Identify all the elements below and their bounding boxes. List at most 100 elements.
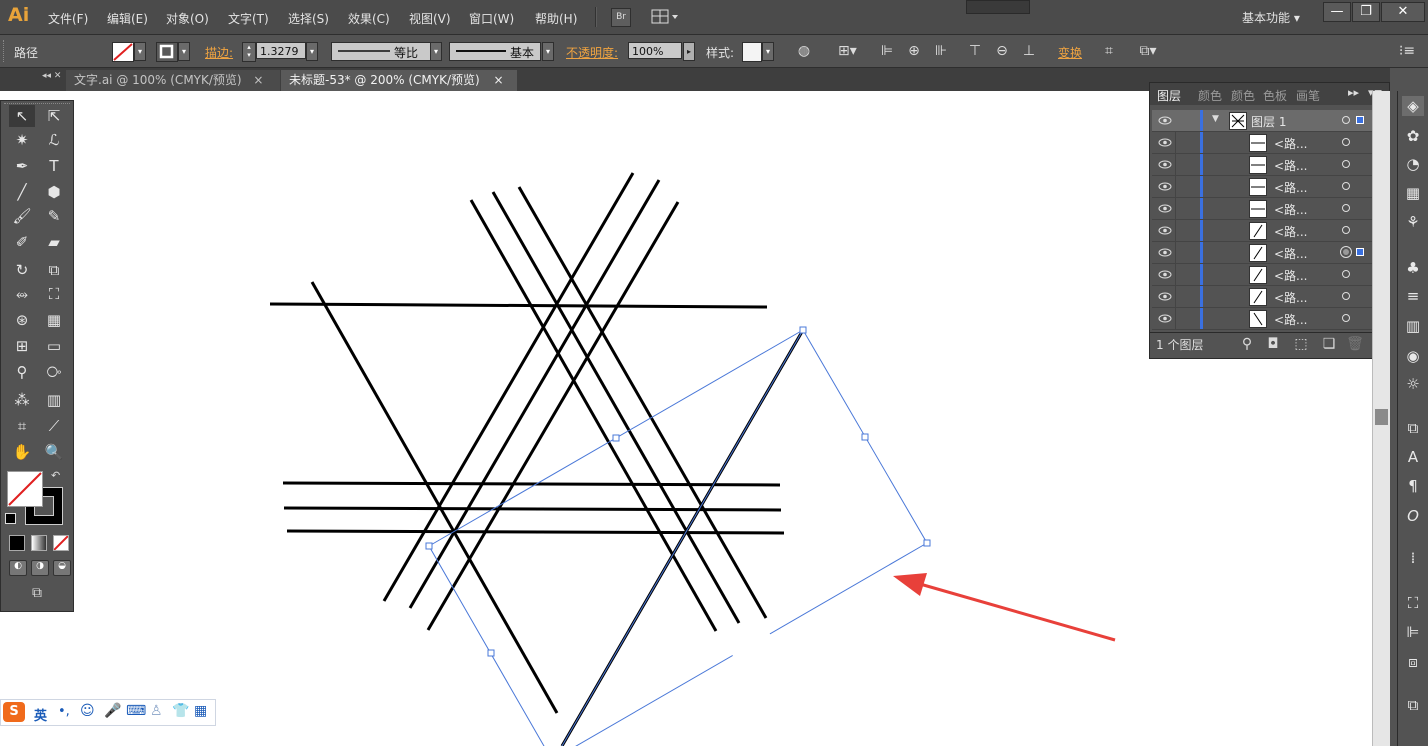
free-transform-tool-icon[interactable]: ⛶	[41, 283, 67, 305]
artwork-path[interactable]	[517, 186, 768, 619]
draw-normal-icon[interactable]: ◐	[9, 560, 27, 576]
ime-user-icon[interactable]: ♙	[150, 703, 163, 719]
width-tool-icon[interactable]: ⥈	[9, 283, 35, 305]
line-tool-icon[interactable]: ╱	[9, 181, 35, 203]
color-dock-icon[interactable]: ✿	[1402, 126, 1424, 146]
visibility-eye-icon[interactable]	[1158, 292, 1172, 301]
path-name[interactable]: <路...	[1274, 135, 1308, 152]
path-name[interactable]: <路...	[1274, 245, 1308, 262]
bbox-handle-top-left-mid[interactable]	[612, 434, 620, 442]
visibility-eye-icon[interactable]	[1158, 160, 1172, 169]
transparency-dock-icon[interactable]: ◉	[1402, 346, 1424, 366]
type-tool-icon[interactable]: T	[41, 155, 67, 177]
artwork-path[interactable]	[408, 179, 661, 609]
draw-inside-icon[interactable]: ◒	[53, 560, 71, 576]
bbox-handle-top-right-mid[interactable]	[861, 433, 869, 441]
target-circle-icon[interactable]	[1342, 160, 1350, 168]
swap-fill-stroke-icon[interactable]: ↶	[51, 469, 60, 482]
clipping-mask-icon[interactable]: ◘	[1264, 335, 1282, 353]
artboards-dock-icon[interactable]: ⛶	[1402, 593, 1424, 613]
direct-selection-tool-icon[interactable]: ⇱	[41, 105, 67, 127]
path-name[interactable]: <路...	[1274, 179, 1308, 196]
canvas-vertical-scrollbar[interactable]	[1372, 91, 1390, 746]
visibility-eye-icon[interactable]	[1158, 226, 1172, 235]
visibility-eye-icon[interactable]	[1158, 248, 1172, 257]
expand-triangle-icon[interactable]: ▼	[1212, 114, 1219, 124]
layer-row-path[interactable]: <路...	[1152, 242, 1374, 264]
mesh-tool-icon[interactable]: ⊞	[9, 335, 35, 357]
bbox-handle-bottom-left-mid[interactable]	[487, 649, 495, 657]
eraser-tool-icon[interactable]: ▰	[41, 231, 67, 253]
lasso-tool-icon[interactable]: ℒ	[41, 129, 67, 151]
color-mode-icon[interactable]	[9, 535, 25, 551]
bbox-handle-left[interactable]	[425, 542, 433, 550]
layer-row-path[interactable]: <路...	[1152, 264, 1374, 286]
align-panel-icon[interactable]: ⊫	[1402, 622, 1424, 642]
character-dock-icon[interactable]: A	[1402, 447, 1424, 467]
visibility-eye-icon[interactable]	[1158, 182, 1172, 191]
gradient-mode-icon[interactable]	[31, 535, 47, 551]
ime-mode[interactable]: 英	[34, 705, 47, 724]
artwork-path[interactable]	[426, 201, 680, 631]
gradient-tool-icon[interactable]: ▭	[41, 335, 67, 357]
target-circle-icon[interactable]	[1342, 292, 1350, 300]
artboard-tool-icon[interactable]: ⌗	[9, 415, 35, 437]
visibility-eye-icon[interactable]	[1158, 204, 1172, 213]
bbox-handle-right[interactable]	[923, 539, 931, 547]
zoom-tool-icon[interactable]: 🔍	[41, 441, 67, 463]
color-guide-icon[interactable]: ◔	[1402, 154, 1424, 174]
layer-row-path[interactable]: <路...	[1152, 308, 1374, 330]
visibility-eye-icon[interactable]	[1158, 138, 1172, 147]
ime-toolbox-icon[interactable]: ▦	[194, 703, 207, 719]
artwork-path[interactable]	[382, 172, 635, 602]
visibility-eye-icon[interactable]	[1158, 116, 1172, 125]
close-button[interactable]: ✕	[1381, 2, 1425, 22]
magic-wand-tool-icon[interactable]: ✷	[9, 129, 35, 151]
column-graph-tool-icon[interactable]: ▥	[41, 389, 67, 411]
ime-logo-icon[interactable]: S	[3, 702, 25, 722]
target-circle-icon[interactable]	[1342, 226, 1350, 234]
ime-keyboard-icon[interactable]: ⌨	[126, 703, 146, 719]
polygon-tool-icon[interactable]: ⬢	[41, 181, 67, 203]
target-circle-icon[interactable]	[1342, 204, 1350, 212]
eyedropper-tool-icon[interactable]: ⚲	[9, 361, 35, 383]
target-circle-icon[interactable]	[1342, 182, 1350, 190]
path-name[interactable]: <路...	[1274, 311, 1308, 328]
layers-dock-icon[interactable]: ◈	[1402, 96, 1424, 116]
visibility-eye-icon[interactable]	[1158, 314, 1172, 323]
panel-overflow-icon[interactable]: ▸▸	[1348, 86, 1359, 99]
perspective-grid-tool-icon[interactable]: ▦	[41, 309, 67, 331]
layer-row-main[interactable]: ▼ 图层 1	[1152, 110, 1374, 132]
target-circle-icon[interactable]	[1342, 314, 1350, 322]
draw-behind-icon[interactable]: ◑	[31, 560, 49, 576]
target-circle-icon[interactable]	[1342, 270, 1350, 278]
brushes-dock-icon[interactable]: ⚘	[1402, 212, 1424, 232]
selection-tool-icon[interactable]: ↖	[9, 105, 35, 127]
path-name[interactable]: <路...	[1274, 289, 1308, 306]
tab-color-1[interactable]: 颜色	[1198, 87, 1222, 104]
links-dock-icon[interactable]: ⧉	[1402, 695, 1424, 715]
layer-row-path[interactable]: <路...	[1152, 286, 1374, 308]
artwork-path[interactable]	[269, 302, 768, 309]
default-colors-icon[interactable]	[5, 513, 16, 524]
ime-punctuation-icon[interactable]: •,	[58, 704, 70, 719]
new-layer-icon[interactable]: ❏	[1320, 335, 1338, 353]
path-name[interactable]: <路...	[1274, 223, 1308, 240]
tab-color-2[interactable]: 颜色	[1231, 87, 1255, 104]
symbol-sprayer-tool-icon[interactable]: ⁂	[9, 389, 35, 411]
target-circle-selected-icon[interactable]	[1340, 246, 1352, 258]
artwork-path[interactable]	[286, 529, 785, 535]
path-name[interactable]: <路...	[1274, 157, 1308, 174]
target-circle-icon[interactable]	[1342, 116, 1350, 124]
stroke-dock-icon[interactable]: ≡	[1402, 286, 1424, 306]
ime-voice-icon[interactable]: 🎤	[104, 703, 121, 719]
layer-row-path[interactable]: <路...	[1152, 198, 1374, 220]
delete-layer-icon[interactable]: 🗑	[1346, 335, 1364, 353]
shape-builder-tool-icon[interactable]: ⊛	[9, 309, 35, 331]
artwork-path[interactable]	[283, 506, 782, 512]
align-dock-icon[interactable]: ⁞	[1402, 548, 1424, 568]
layer-row-path[interactable]: <路...	[1152, 154, 1374, 176]
visibility-eye-icon[interactable]	[1158, 270, 1172, 279]
rotate-tool-icon[interactable]: ↻	[9, 259, 35, 281]
layer-row-path[interactable]: <路...	[1152, 220, 1374, 242]
